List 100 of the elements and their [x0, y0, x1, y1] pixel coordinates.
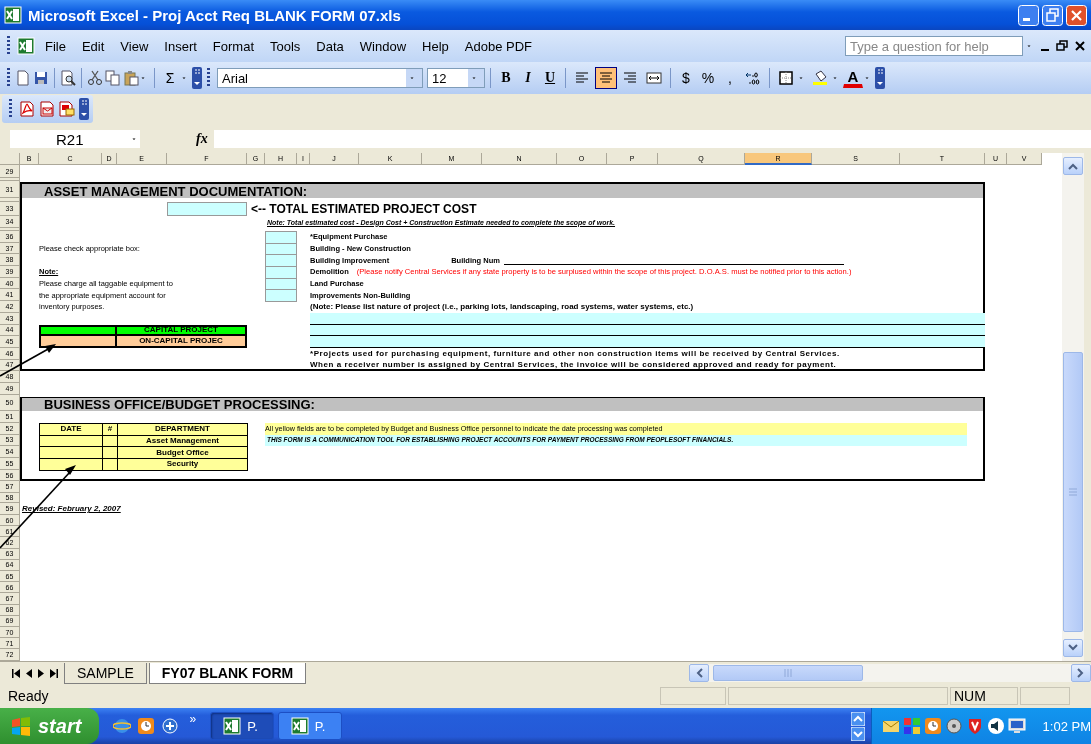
last-sheet-icon[interactable]	[50, 668, 58, 678]
scroll-down-button[interactable]	[1063, 639, 1083, 657]
checkbox[interactable]	[265, 289, 297, 303]
cut-icon[interactable]	[87, 70, 103, 86]
scroll-down-icon[interactable]	[850, 726, 865, 741]
formula-field[interactable]	[213, 130, 1091, 148]
status-indicator: NUM	[950, 687, 1018, 705]
new-document-icon[interactable]	[15, 70, 31, 86]
clock-icon[interactable]	[923, 717, 942, 735]
menu-item[interactable]: Help	[416, 36, 455, 56]
column-heading: DATE	[39, 422, 103, 436]
grid-icon[interactable]	[902, 717, 921, 735]
speaker-icon[interactable]	[986, 717, 1005, 735]
pdf-mail-icon[interactable]	[39, 101, 55, 117]
menu-item[interactable]: View	[114, 36, 155, 56]
menu-item[interactable]: Adobe PDF	[458, 36, 539, 56]
insert-function-button[interactable]: fx	[196, 131, 208, 147]
previous-sheet-icon[interactable]	[26, 668, 32, 678]
disc-icon[interactable]	[944, 717, 963, 735]
align-right-icon	[622, 70, 638, 86]
paste-icon[interactable]	[123, 70, 139, 86]
monitor-icon[interactable]	[1007, 717, 1026, 735]
scroll-up-icon[interactable]	[850, 711, 865, 726]
scrollbar-thumb[interactable]	[1063, 352, 1083, 632]
project-type-label: CAPITAL PROJECT	[117, 324, 247, 337]
spreadsheet-icon	[223, 717, 242, 735]
taskbar-button[interactable]: P.	[277, 712, 342, 740]
font-name-field[interactable]: Arial	[217, 68, 423, 88]
pdf-icon[interactable]	[19, 101, 35, 117]
document-icon	[17, 37, 35, 55]
italic-button[interactable]: I	[518, 67, 538, 89]
status-panel	[1020, 687, 1070, 705]
taskbar-button[interactable]: P.	[210, 712, 274, 740]
name-box[interactable]: R21	[10, 130, 140, 148]
project-type-swatch[interactable]	[39, 324, 117, 337]
pdf-review-icon[interactable]	[59, 101, 75, 117]
note-text: (Note: Please list nature of project (i.e., parking lots, landscaping, road systems, water systems, etc.)	[310, 301, 695, 313]
menu-item[interactable]: Format	[206, 36, 260, 56]
first-sheet-icon[interactable]	[12, 668, 20, 678]
print-preview-icon[interactable]	[60, 70, 76, 86]
clock-icon[interactable]	[137, 717, 156, 735]
toolbar-options-icon[interactable]	[875, 67, 885, 89]
help-search-field[interactable]: Type a question for help	[845, 36, 1023, 56]
sheet-tab[interactable]: FY07 BLANK FORM	[148, 663, 307, 684]
menu-item[interactable]: File	[39, 36, 72, 56]
menu-item[interactable]: Tools	[264, 36, 307, 56]
status-text: Ready	[8, 688, 50, 704]
menu-item[interactable]: Edit	[75, 36, 111, 56]
next-sheet-icon[interactable]	[38, 668, 44, 678]
menu-item[interactable]: Window	[353, 36, 413, 56]
more-icon[interactable]: »	[189, 712, 197, 726]
toolbar-button[interactable]: %	[698, 67, 718, 89]
flag-icon	[10, 716, 32, 736]
spreadsheet-app-icon	[4, 6, 22, 24]
date-field[interactable]	[39, 458, 103, 471]
menu-item[interactable]: Data	[310, 36, 350, 56]
status-panel	[660, 687, 726, 705]
copy-icon[interactable]	[105, 70, 121, 86]
toolbar-button[interactable]: $	[676, 67, 696, 89]
footnote-text: *Projects used for purchasing equipment, furniture and other non construction items will be received by Central Services.	[310, 347, 841, 360]
project-type-swatch[interactable]	[39, 336, 117, 348]
fill-color-icon	[812, 70, 828, 86]
app-icon[interactable]	[161, 717, 180, 735]
checkbox[interactable]	[265, 231, 297, 244]
toolbar-button[interactable]: Σ	[160, 67, 180, 89]
save-icon[interactable]	[33, 70, 49, 86]
borders-icon	[778, 70, 794, 86]
toolbar-options-icon[interactable]	[192, 67, 202, 89]
align-center-icon	[598, 70, 614, 86]
number-field[interactable]	[102, 458, 118, 471]
browser-icon[interactable]	[113, 717, 132, 735]
font-size-field[interactable]: 12	[427, 68, 485, 88]
sheet-tab[interactable]: SAMPLE	[64, 663, 147, 684]
underline-button[interactable]: U	[540, 67, 560, 89]
align-center-button[interactable]	[595, 67, 617, 89]
column-heading: DEPARTMENT	[117, 422, 248, 436]
bold-button[interactable]: B	[496, 67, 516, 89]
section-title: ASSET MANAGEMENT DOCUMENTATION:	[22, 184, 983, 198]
scroll-left-button[interactable]	[689, 664, 710, 682]
menu-item[interactable]: Insert	[158, 36, 203, 56]
window-title: Microsoft Excel - Proj Acct Req BLANK FORM 07.xls	[28, 6, 402, 24]
column-heading: #	[102, 422, 118, 436]
scroll-up-button[interactable]	[1063, 157, 1083, 175]
align-left-icon	[574, 70, 590, 86]
chevron-right-icon	[1077, 668, 1085, 678]
total-cost-field[interactable]	[167, 202, 247, 216]
restore-icon[interactable]	[1055, 38, 1069, 54]
merge-center-icon	[646, 70, 662, 86]
scroll-right-button[interactable]	[1071, 664, 1091, 682]
chevron-up-icon	[1068, 162, 1078, 170]
increase-decimal-icon	[745, 70, 761, 86]
toolbar-options-icon[interactable]	[79, 98, 89, 120]
description-field[interactable]	[310, 312, 985, 348]
toolbar-button[interactable]: ,	[720, 67, 740, 89]
checkbox[interactable]	[265, 266, 297, 279]
chevron-down-icon	[1068, 644, 1078, 652]
scrollbar-thumb[interactable]	[713, 665, 864, 681]
section-title: BUSINESS OFFICE/BUDGET PROCESSING:	[22, 398, 983, 412]
font-color-button[interactable]: A	[843, 68, 863, 88]
total-cost-label: <-- TOTAL ESTIMATED PROJECT COST	[250, 202, 478, 216]
